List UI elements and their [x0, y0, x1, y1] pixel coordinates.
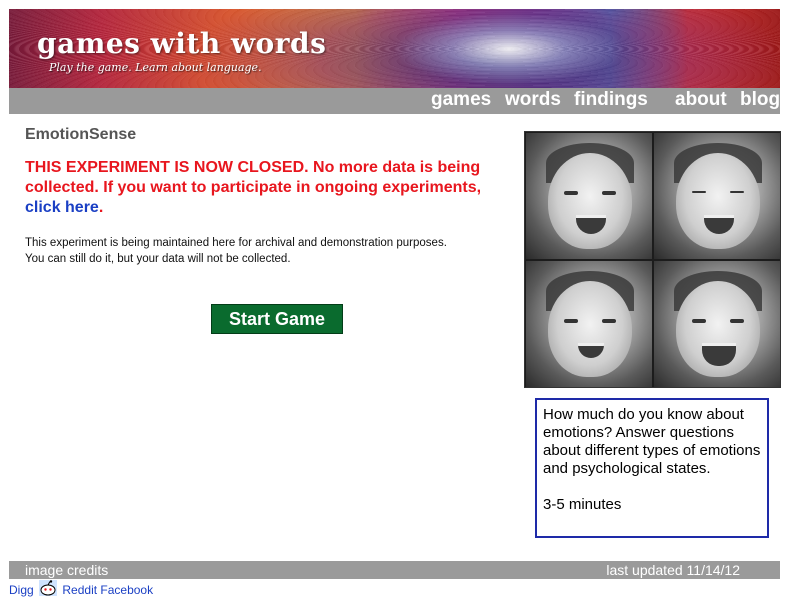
- facebook-link[interactable]: Facebook: [100, 583, 153, 597]
- baby-face-photo: [654, 133, 780, 259]
- baby-face-photo: [526, 261, 652, 387]
- info-text: How much do you know about emotions? Ans…: [543, 406, 761, 477]
- image-credits-link[interactable]: image credits: [25, 561, 108, 579]
- social-links: Digg Reddit Facebook: [9, 580, 153, 600]
- nav-bar: games words findings about blog: [9, 88, 780, 114]
- start-game-button[interactable]: Start Game: [211, 304, 343, 334]
- site-banner[interactable]: games with words Play the game. Learn ab…: [9, 9, 780, 88]
- info-duration: 3-5 minutes: [543, 496, 622, 513]
- nav-item-about[interactable]: about: [675, 89, 727, 111]
- participate-link[interactable]: click here: [25, 199, 99, 216]
- page-title: EmotionSense: [25, 126, 137, 143]
- experiment-description: This experiment is being maintained here…: [25, 235, 515, 267]
- description-line-2: You can still do it, but your data will …: [25, 253, 291, 265]
- reddit-link[interactable]: Reddit: [62, 583, 97, 597]
- closed-notice-suffix: .: [98, 199, 104, 216]
- nav-item-games[interactable]: games: [431, 89, 491, 111]
- description-line-1: This experiment is being maintained here…: [25, 237, 447, 249]
- baby-face-photo: [526, 133, 652, 259]
- nav-item-words[interactable]: words: [505, 89, 561, 111]
- reddit-alien-icon[interactable]: [39, 580, 58, 596]
- nav-item-findings[interactable]: findings: [574, 89, 648, 111]
- nav-item-blog[interactable]: blog: [740, 89, 780, 111]
- footer-bar: image credits last updated 11/14/12: [9, 561, 780, 579]
- baby-face-photo: [654, 261, 780, 387]
- last-updated: last updated 11/14/12: [606, 562, 740, 578]
- site-logo-text: games with words: [37, 27, 327, 60]
- closed-notice-text: THIS EXPERIMENT IS NOW CLOSED. No more d…: [25, 159, 482, 196]
- closed-notice: THIS EXPERIMENT IS NOW CLOSED. No more d…: [25, 158, 505, 218]
- experiment-info-box: How much do you know about emotions? Ans…: [535, 398, 769, 538]
- digg-link[interactable]: Digg: [9, 583, 34, 597]
- site-tagline: Play the game. Learn about language.: [49, 61, 262, 74]
- baby-faces-image: [524, 131, 781, 388]
